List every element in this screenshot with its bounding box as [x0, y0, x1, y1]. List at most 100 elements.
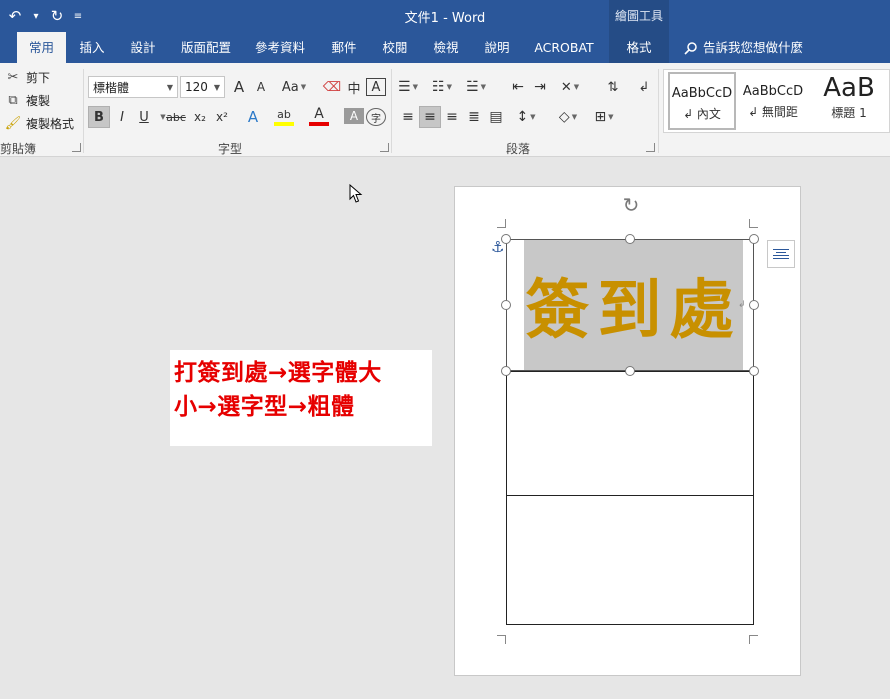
paintbrush-icon: 🖌: [4, 115, 22, 131]
text-selection-highlight: 簽到處: [524, 240, 743, 370]
align-center-icon[interactable]: ≡: [419, 106, 441, 128]
numbering-icon[interactable]: ☷ ▼: [432, 76, 452, 98]
enclose-characters-icon[interactable]: 字: [366, 108, 386, 126]
increase-indent-icon[interactable]: ⇥: [530, 76, 550, 98]
grow-font-icon[interactable]: A: [229, 76, 249, 98]
align-left-icon[interactable]: ≡: [398, 106, 418, 128]
highlight-color-icon[interactable]: ab: [274, 106, 294, 126]
sign-in-text[interactable]: 簽到處: [526, 259, 742, 351]
table-row[interactable]: [507, 372, 753, 496]
font-size-value: 120: [185, 80, 208, 94]
shrink-font-icon[interactable]: A: [251, 76, 271, 98]
character-shading-icon[interactable]: A: [344, 108, 364, 124]
style-sample: AaBbCcD: [671, 86, 733, 101]
selected-text-box[interactable]: 簽到處 ↲: [506, 239, 754, 371]
strikethrough-button[interactable]: abc: [166, 106, 186, 128]
style-no-spacing[interactable]: AaBbCcD ↲ 無間距: [739, 72, 807, 130]
subscript-button[interactable]: x₂: [190, 106, 210, 128]
tab-insert[interactable]: 插入: [72, 32, 112, 63]
instruction-note: 打簽到處→選字體大 小→選字型→粗體: [170, 350, 432, 446]
resize-handle[interactable]: [501, 234, 511, 244]
format-painter-label: 複製格式: [26, 116, 75, 131]
clear-formatting-icon[interactable]: ⌫: [322, 76, 342, 98]
show-formatting-marks-icon[interactable]: ↲: [634, 76, 654, 98]
style-heading-1[interactable]: AaB 標題 1: [810, 72, 888, 130]
style-normal[interactable]: AaBbCcD ↲ 內文: [668, 72, 736, 130]
distributed-icon[interactable]: ▤: [486, 106, 506, 128]
style-sample: AaB: [823, 73, 875, 103]
chevron-down-icon: ▼: [166, 82, 173, 92]
tab-view[interactable]: 檢視: [425, 32, 467, 63]
phonetic-guide-icon[interactable]: 中: [344, 76, 364, 98]
crop-mark: [749, 635, 758, 644]
copy-label: 複製: [26, 93, 51, 108]
resize-handle[interactable]: [501, 300, 511, 310]
tab-references[interactable]: 參考資料: [248, 32, 312, 63]
tab-design[interactable]: 設計: [122, 32, 164, 63]
style-sample: AaBbCcD: [742, 84, 804, 99]
change-case-button[interactable]: Aa ▼: [279, 76, 309, 98]
layout-options-icon[interactable]: [767, 240, 795, 268]
tab-help[interactable]: 說明: [476, 32, 518, 63]
document-page[interactable]: ↻ ⚓ 簽到處 ↲: [454, 186, 801, 676]
group-divider: [83, 69, 84, 153]
copy-icon: ⧉: [8, 92, 18, 108]
clipboard-launcher-icon[interactable]: [72, 143, 81, 152]
ribbon-tabs: 常用 插入 設計 版面配置 參考資料 郵件 校閱 檢視 說明 ACROBAT 格…: [0, 32, 890, 63]
font-launcher-icon[interactable]: [380, 143, 389, 152]
asian-layout-icon[interactable]: ✕ ▼: [560, 76, 580, 98]
rotate-handle-icon[interactable]: ↻: [620, 193, 642, 217]
cut-button[interactable]: ✂ 剪下: [4, 67, 50, 87]
paragraph-launcher-icon[interactable]: [646, 143, 655, 152]
group-divider: [658, 69, 659, 153]
resize-handle[interactable]: [501, 366, 511, 376]
font-name-combo[interactable]: 標楷體 ▼: [88, 76, 178, 98]
resize-handle[interactable]: [625, 366, 635, 376]
font-color-icon[interactable]: A: [309, 106, 329, 126]
clipboard-group-label: 剪貼簿: [0, 142, 37, 156]
tab-format[interactable]: 格式: [609, 32, 669, 63]
bullets-icon[interactable]: ☰ ▼: [398, 76, 418, 98]
search-icon: [684, 41, 697, 55]
font-group-label: 字型: [218, 142, 243, 156]
font-size-combo[interactable]: 120 ▼: [180, 76, 225, 98]
superscript-button[interactable]: x²: [212, 106, 232, 128]
line-spacing-icon[interactable]: ↕ ▼: [516, 106, 536, 128]
format-painter-button[interactable]: 🖌 複製格式: [4, 113, 74, 133]
paragraph-shading-icon[interactable]: ◇ ▼: [558, 106, 578, 128]
crop-mark: [497, 635, 506, 644]
table-row[interactable]: [507, 496, 753, 624]
tab-acrobat[interactable]: ACROBAT: [530, 32, 598, 63]
style-name: ↲ 無間距: [748, 105, 798, 119]
underline-button[interactable]: U: [134, 106, 154, 128]
character-border-icon[interactable]: A: [366, 78, 386, 96]
borders-icon[interactable]: ⊞ ▼: [594, 106, 614, 128]
decrease-indent-icon[interactable]: ⇤: [508, 76, 528, 98]
tab-mailings[interactable]: 郵件: [322, 32, 366, 63]
justify-icon[interactable]: ≣: [464, 106, 484, 128]
font-name-value: 標楷體: [93, 80, 130, 95]
resize-handle[interactable]: [625, 234, 635, 244]
italic-button[interactable]: I: [112, 106, 132, 128]
text-effects-icon[interactable]: A: [243, 106, 263, 128]
resize-handle[interactable]: [749, 366, 759, 376]
paragraph-group-label: 段落: [506, 142, 531, 156]
tell-me-box[interactable]: 告訴我您想做什麼: [684, 32, 803, 63]
tab-home[interactable]: 常用: [17, 32, 66, 63]
window-title: 文件1 - Word: [404, 11, 486, 26]
multilevel-list-icon[interactable]: ☱ ▼: [466, 76, 486, 98]
resize-handle[interactable]: [749, 234, 759, 244]
tab-layout[interactable]: 版面配置: [174, 32, 238, 63]
note-line-1: 打簽到處→選字體大: [174, 360, 382, 386]
bold-button[interactable]: B: [88, 106, 110, 128]
tell-me-label: 告訴我您想做什麼: [703, 40, 804, 55]
contextual-tab-title: 繪圖工具: [609, 0, 669, 32]
crop-mark: [749, 219, 758, 228]
align-right-icon[interactable]: ≡: [442, 106, 462, 128]
sort-icon[interactable]: ⇅: [603, 76, 623, 98]
resize-handle[interactable]: [749, 300, 759, 310]
copy-button[interactable]: ⧉ 複製: [4, 90, 50, 110]
ribbon: ✂ 剪下 ⧉ 複製 🖌 複製格式 剪貼簿 標楷體 ▼ 120 ▼ A A Aa ▼ ⌫…: [0, 63, 890, 157]
tab-review[interactable]: 校閱: [374, 32, 416, 63]
group-divider: [391, 69, 392, 153]
